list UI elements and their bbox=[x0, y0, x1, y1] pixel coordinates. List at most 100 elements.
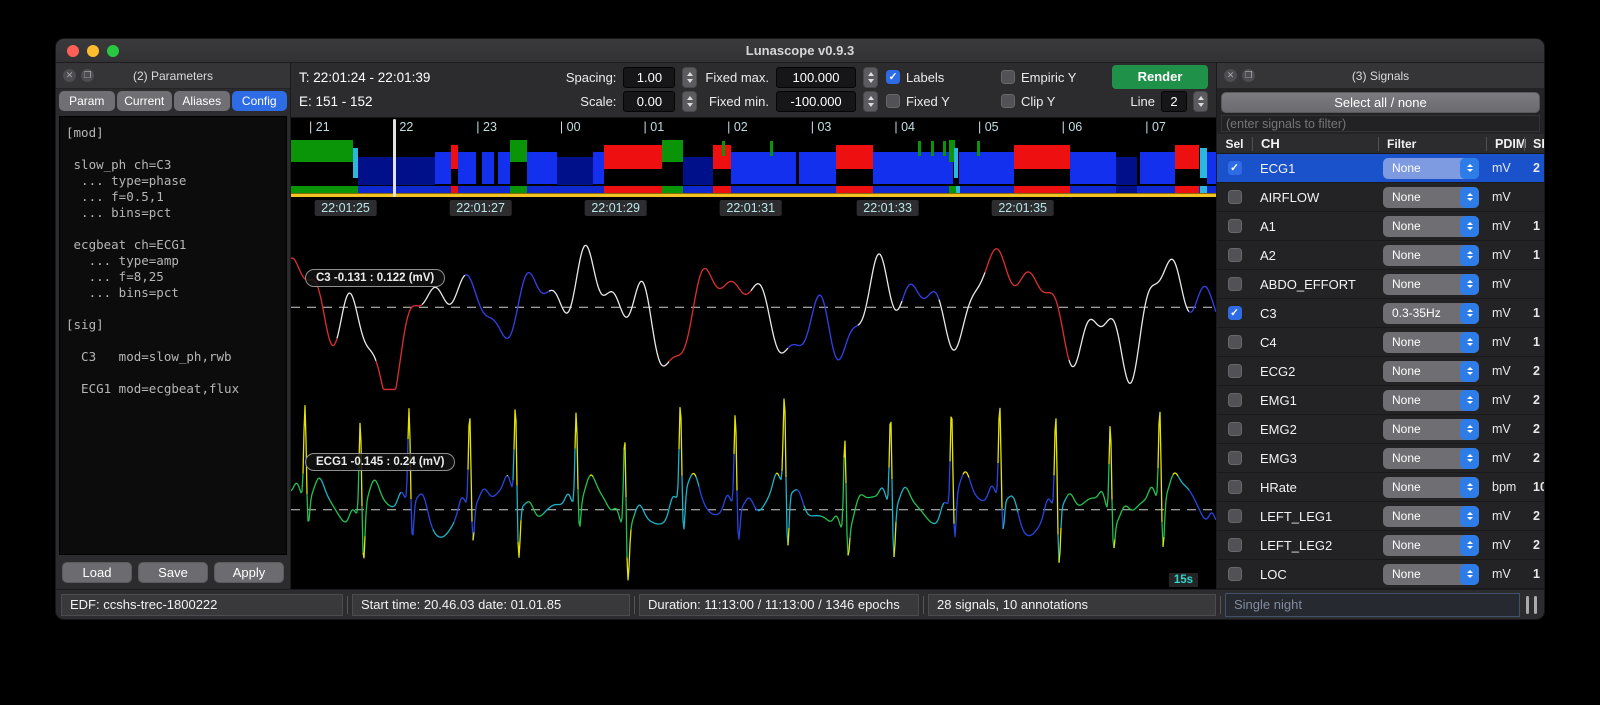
signal-row-left_leg1[interactable]: LEFT_LEG1 None mV 2 bbox=[1217, 502, 1544, 531]
panel-close-icon[interactable]: ✕ bbox=[63, 69, 76, 82]
fixed-min-input[interactable]: -100.000 bbox=[776, 90, 856, 112]
signal-row-a2[interactable]: A2 None mV 1 bbox=[1217, 241, 1544, 270]
fixed-y-checkbox-box[interactable] bbox=[886, 94, 900, 108]
tab-aliases[interactable]: Aliases bbox=[174, 91, 230, 111]
night-selector[interactable] bbox=[1225, 592, 1520, 617]
signal-checkbox-emg3[interactable] bbox=[1227, 451, 1242, 465]
filter-dropdown-abdo_effort[interactable]: None bbox=[1383, 273, 1479, 295]
hypnogram-segment-n2 bbox=[731, 152, 797, 184]
annotation-strip[interactable] bbox=[291, 186, 1216, 193]
signal-checkbox-a1[interactable] bbox=[1227, 219, 1242, 233]
signal-plot-area[interactable]: C3 -0.131 : 0.122 (mV) ECG1 -0.145 : 0.2… bbox=[291, 219, 1216, 589]
strip-segment-wake bbox=[291, 186, 358, 193]
empiric-y-checkbox-box[interactable] bbox=[1001, 70, 1015, 84]
filter-dropdown-emg1[interactable]: None bbox=[1383, 389, 1479, 411]
signal-row-airflow[interactable]: AIRFLOW None mV bbox=[1217, 183, 1544, 212]
signal-filter-input[interactable] bbox=[1221, 115, 1540, 132]
signal-name: EMG3 bbox=[1260, 450, 1297, 466]
filter-dropdown-left_leg1[interactable]: None bbox=[1383, 505, 1479, 527]
filter-dropdown-airflow[interactable]: None bbox=[1383, 186, 1479, 208]
filter-dropdown-ecg1[interactable]: None bbox=[1383, 157, 1479, 179]
filter-dropdown-loc[interactable]: None bbox=[1383, 563, 1479, 585]
signal-checkbox-abdo_effort[interactable] bbox=[1227, 277, 1242, 291]
fixed-max-stepper[interactable] bbox=[863, 66, 878, 88]
signal-row-abdo_effort[interactable]: ABDO_EFFORT None mV bbox=[1217, 270, 1544, 299]
hypnogram-segment-n2 bbox=[873, 152, 953, 184]
line-input[interactable]: 2 bbox=[1161, 90, 1187, 112]
column-header-sel[interactable]: Sel bbox=[1217, 137, 1252, 151]
signal-checkbox-airflow[interactable] bbox=[1227, 190, 1242, 204]
signal-checkbox-hrate[interactable] bbox=[1227, 480, 1242, 494]
signal-checkbox-c4[interactable] bbox=[1227, 335, 1242, 349]
signal-row-emg1[interactable]: EMG1 None mV 2 bbox=[1217, 386, 1544, 415]
dropdown-arrows-icon bbox=[1460, 215, 1479, 237]
filter-dropdown-emg2[interactable]: None bbox=[1383, 418, 1479, 440]
signal-checkbox-left_leg1[interactable] bbox=[1227, 509, 1242, 523]
scale-input[interactable]: 0.00 bbox=[623, 90, 676, 112]
column-header-pdim[interactable]: PDIM bbox=[1486, 136, 1526, 151]
spacing-stepper[interactable] bbox=[682, 66, 698, 88]
clip-y-checkbox[interactable]: Clip Y bbox=[1001, 94, 1105, 109]
signal-checkbox-ecg1[interactable]: ✓ bbox=[1227, 161, 1242, 175]
fixed-min-stepper[interactable] bbox=[863, 90, 878, 112]
render-button[interactable]: Render bbox=[1112, 65, 1208, 89]
signal-row-loc[interactable]: LOC None mV 1 bbox=[1217, 560, 1544, 589]
filter-dropdown-ecg2[interactable]: None bbox=[1383, 360, 1479, 382]
filter-dropdown-hrate[interactable]: None bbox=[1383, 476, 1479, 498]
fixed-max-input[interactable]: 100.000 bbox=[776, 66, 856, 88]
signal-row-ecg1[interactable]: ✓ ECG1 None mV 2 bbox=[1217, 154, 1544, 183]
column-header-filter[interactable]: Filter bbox=[1378, 136, 1486, 151]
empiric-y-checkbox[interactable]: Empiric Y bbox=[1001, 70, 1105, 85]
hypnogram-segment-n2 bbox=[526, 152, 557, 184]
hypnogram-navigator[interactable] bbox=[291, 138, 1216, 186]
spacing-input[interactable]: 1.00 bbox=[623, 66, 676, 88]
filter-dropdown-a1[interactable]: None bbox=[1383, 215, 1479, 237]
signal-checkbox-loc[interactable] bbox=[1227, 567, 1242, 581]
labels-checkbox-box[interactable]: ✓ bbox=[886, 70, 900, 84]
timeline-cursor[interactable] bbox=[393, 119, 397, 197]
fixed-y-checkbox[interactable]: Fixed Y bbox=[886, 94, 994, 109]
panel-close-icon[interactable]: ✕ bbox=[1224, 69, 1237, 82]
filter-dropdown-emg3[interactable]: None bbox=[1383, 447, 1479, 469]
apply-button[interactable]: Apply bbox=[214, 562, 284, 583]
panel-float-icon[interactable]: ❐ bbox=[81, 69, 94, 82]
signal-checkbox-left_leg2[interactable] bbox=[1227, 538, 1242, 552]
signal-row-emg2[interactable]: EMG2 None mV 2 bbox=[1217, 415, 1544, 444]
column-header-sr[interactable]: SR bbox=[1524, 136, 1544, 151]
signal-row-c3[interactable]: ✓ C3 0.3-35Hz mV 1 bbox=[1217, 299, 1544, 328]
signal-row-hrate[interactable]: HRate None bpm 10 bbox=[1217, 473, 1544, 502]
clip-y-checkbox-box[interactable] bbox=[1001, 94, 1015, 108]
column-header-ch[interactable]: CH bbox=[1252, 136, 1378, 151]
tab-current[interactable]: Current bbox=[116, 91, 172, 111]
select-all-none-button[interactable]: Select all / none bbox=[1221, 92, 1540, 113]
filter-dropdown-a2[interactable]: None bbox=[1383, 244, 1479, 266]
config-editor[interactable]: [mod] slow_ph ch=C3 ... type=phase ... f… bbox=[59, 116, 287, 555]
scale-stepper[interactable] bbox=[682, 90, 698, 112]
tab-config[interactable]: Config bbox=[231, 91, 287, 111]
hour-tick-01: | 01 bbox=[643, 120, 665, 134]
signal-name: ECG2 bbox=[1260, 363, 1296, 379]
hypnogram-segment-n2 bbox=[799, 152, 836, 184]
filter-dropdown-c4[interactable]: None bbox=[1383, 331, 1479, 353]
signal-checkbox-c3[interactable]: ✓ bbox=[1227, 306, 1242, 320]
signal-checkbox-emg1[interactable] bbox=[1227, 393, 1242, 407]
tab-param[interactable]: Param bbox=[59, 91, 115, 111]
signal-row-c4[interactable]: C4 None mV 1 bbox=[1217, 328, 1544, 357]
labels-checkbox[interactable]: ✓ Labels bbox=[886, 70, 994, 85]
signal-row-left_leg2[interactable]: LEFT_LEG2 None mV 2 bbox=[1217, 531, 1544, 560]
signal-checkbox-ecg2[interactable] bbox=[1227, 364, 1242, 378]
panel-float-icon[interactable]: ❐ bbox=[1242, 69, 1255, 82]
signal-name: EMG1 bbox=[1260, 392, 1297, 408]
filter-dropdown-c3[interactable]: 0.3-35Hz bbox=[1383, 302, 1479, 324]
signal-row-emg3[interactable]: EMG3 None mV 2 bbox=[1217, 444, 1544, 473]
filter-dropdown-left_leg2[interactable]: None bbox=[1383, 534, 1479, 556]
signal-row-ecg2[interactable]: ECG2 None mV 2 bbox=[1217, 357, 1544, 386]
save-button[interactable]: Save bbox=[138, 562, 208, 583]
signal-checkbox-emg2[interactable] bbox=[1227, 422, 1242, 436]
signal-row-a1[interactable]: A1 None mV 1 bbox=[1217, 212, 1544, 241]
signal-checkbox-a2[interactable] bbox=[1227, 248, 1242, 262]
titlebar[interactable]: Lunascope v0.9.3 bbox=[56, 39, 1544, 63]
load-button[interactable]: Load bbox=[62, 562, 132, 583]
line-stepper[interactable] bbox=[1193, 90, 1208, 112]
resize-grip[interactable] bbox=[1524, 595, 1539, 614]
